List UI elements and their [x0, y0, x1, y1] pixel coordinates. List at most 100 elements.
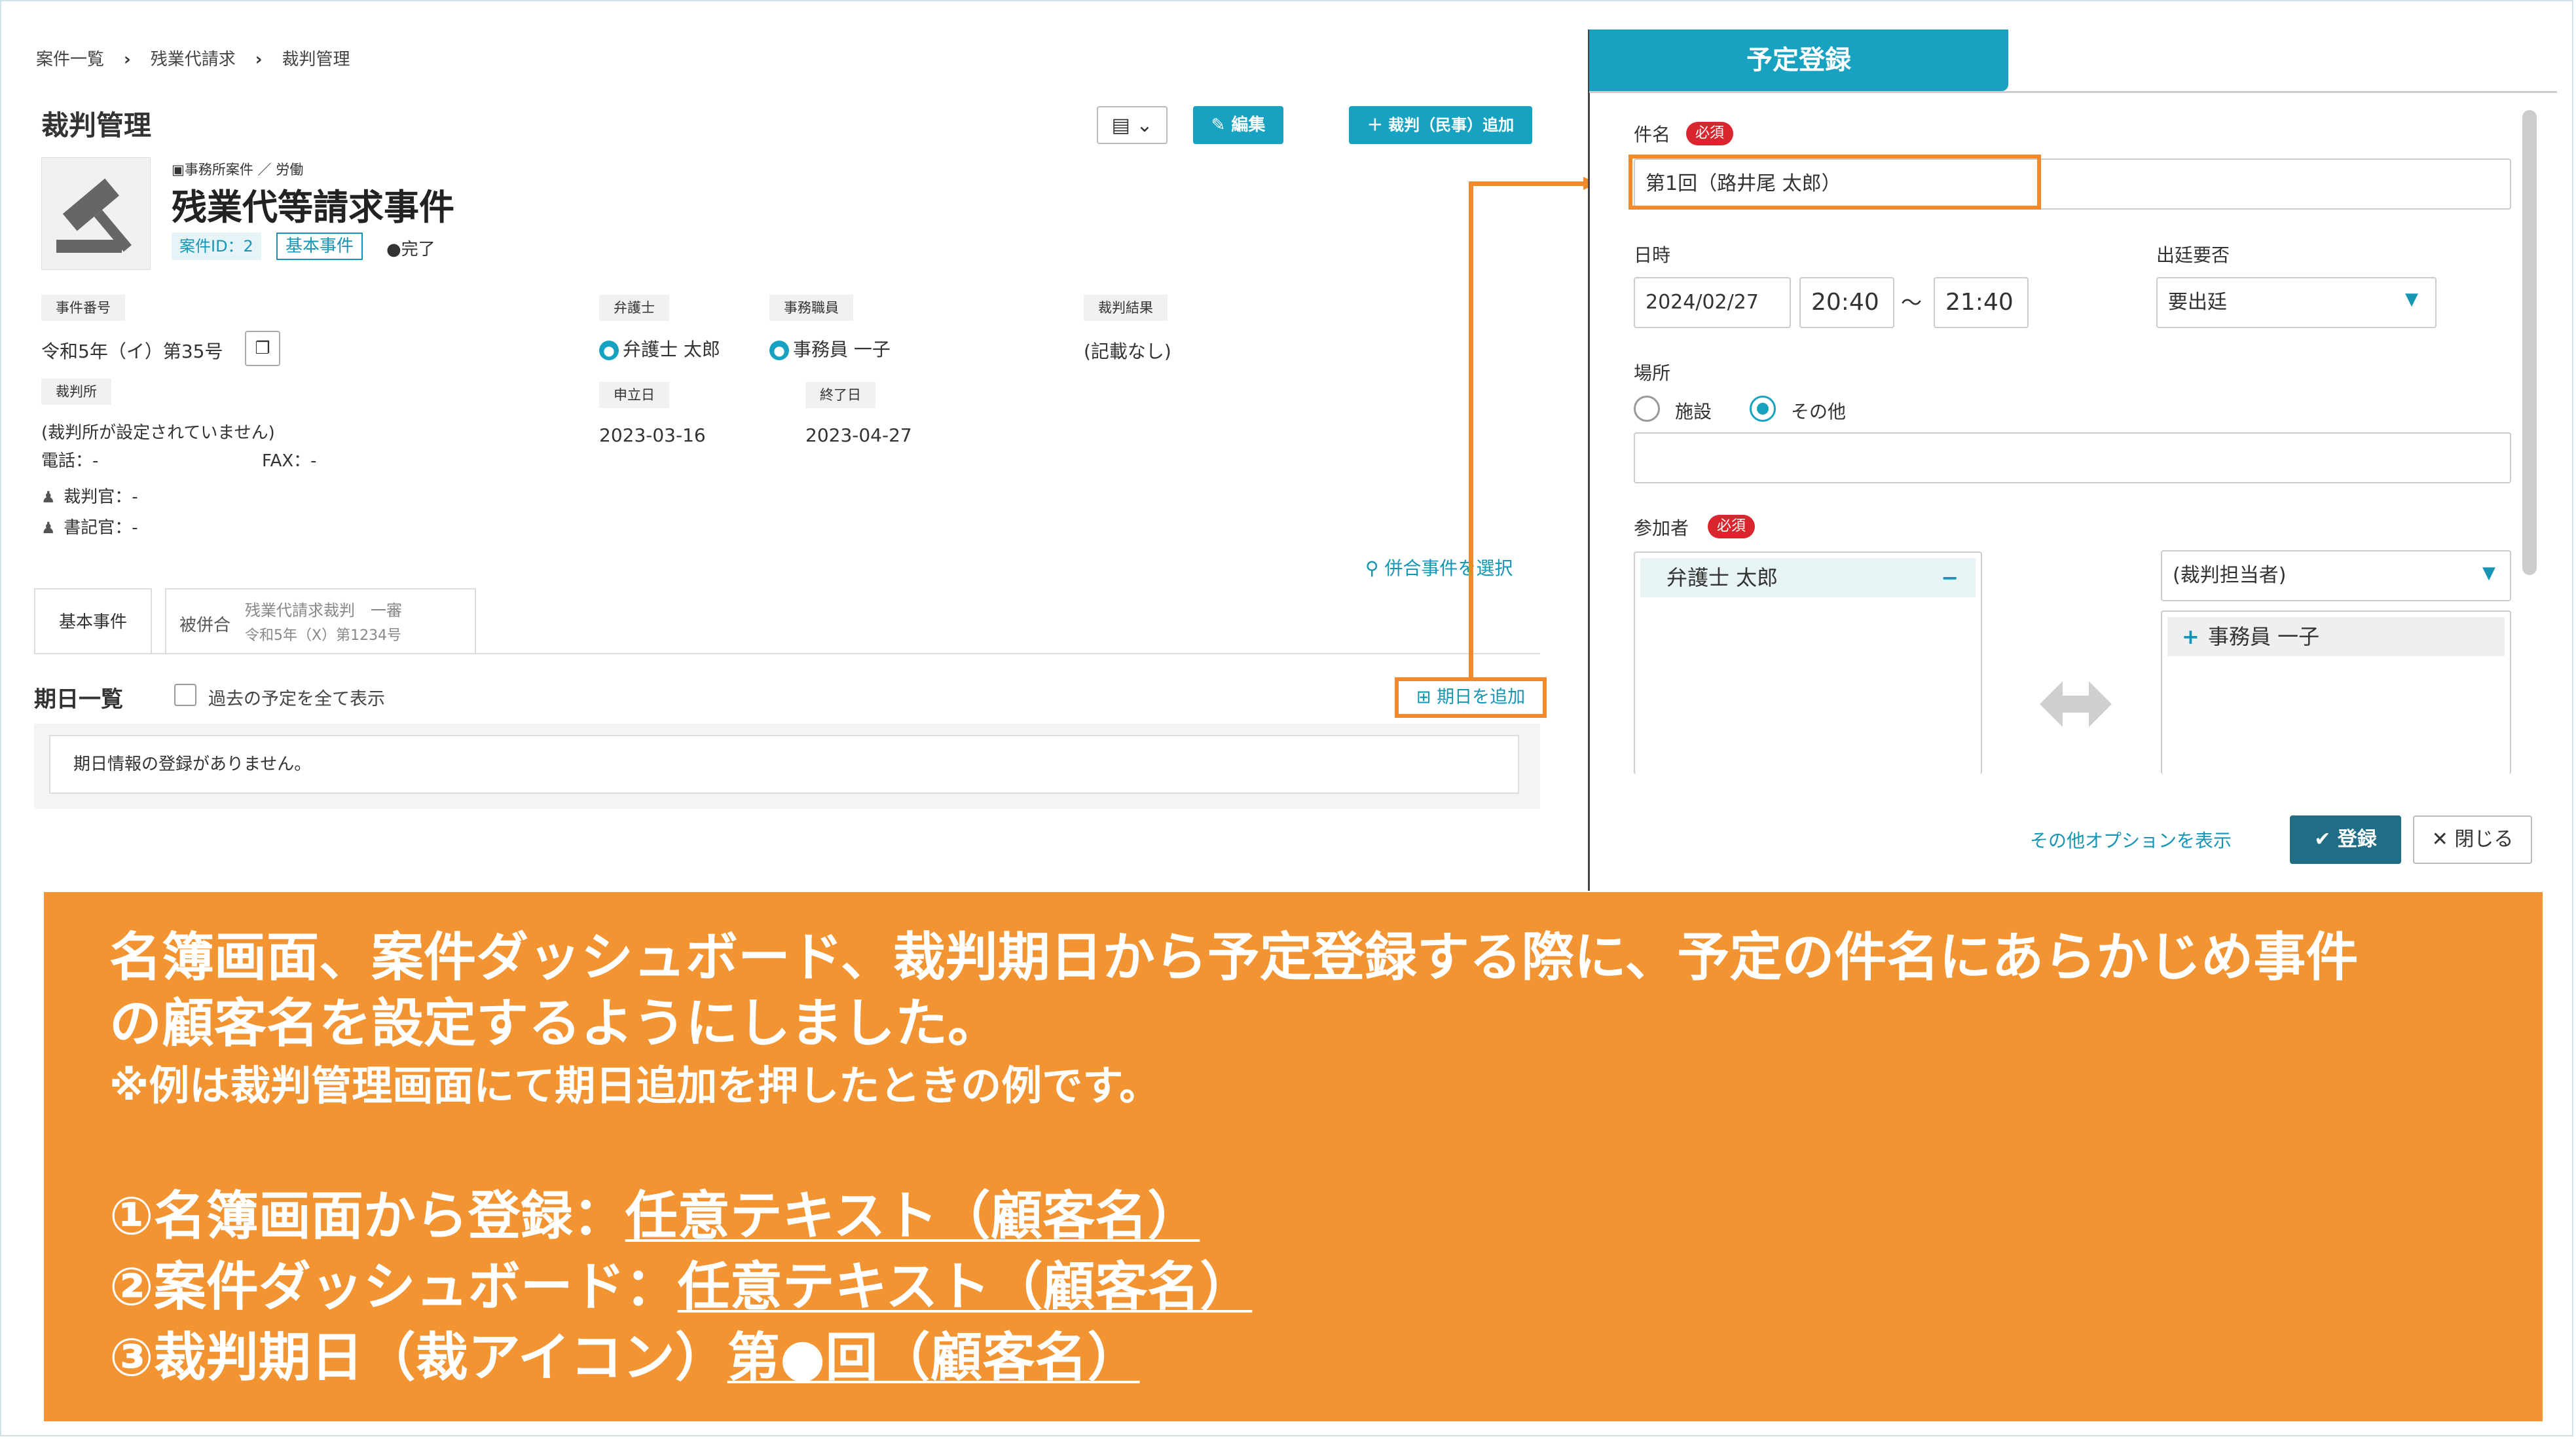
required-badge: 必須	[1686, 122, 1734, 145]
connector-line	[1469, 181, 1587, 186]
release-note-banner: 名簿画面、案件ダッシュボード、裁判期日から予定登録する際に、予定の件名にあらかじ…	[44, 892, 2543, 1421]
close-button[interactable]: ✕ 閉じる	[2413, 815, 2532, 864]
empty-dates-message: 期日情報の登録がありません。	[49, 735, 1519, 794]
person-icon: ♟	[41, 488, 56, 506]
base-case-badge: 基本事件	[276, 233, 363, 260]
modal-title-tab: 予定登録	[1589, 29, 2008, 91]
filed-date-label: 申立日	[599, 382, 669, 408]
add-date-button[interactable]: ⊞ 期日を追加	[1395, 677, 1547, 718]
lawyer-value: ● 弁護士 太郎	[599, 335, 720, 362]
add-icon[interactable]: +	[2182, 617, 2199, 656]
caret-down-icon: ▼	[2482, 563, 2495, 583]
clerk-row: ♟ 書記官：-	[41, 518, 138, 538]
end-date-label: 終了日	[805, 382, 875, 408]
building-icon: ▣	[172, 162, 185, 178]
tab-divider	[34, 653, 1540, 654]
place-other-label: その他	[1791, 401, 1847, 422]
staff-value: ● 事務員 一子	[769, 335, 891, 362]
breadcrumb-item-overtime[interactable]: 残業代請求	[151, 50, 236, 69]
time-range-separator: ～	[1901, 290, 1923, 315]
banner-item-3: ③裁判期日（裁アイコン）第●回（顧客名）	[109, 1327, 1140, 1388]
merged-number: 令和5年（X）第1234号	[245, 627, 402, 644]
document-menu-button[interactable]: ▤ ⌄	[1097, 106, 1168, 144]
status-badge: ●完了	[386, 240, 435, 259]
tab-merged-case[interactable]: 被併合 残業代請求裁判 一審 令和5年（X）第1234号	[165, 588, 476, 654]
chevron-down-icon: ⌄	[1136, 114, 1153, 137]
show-past-label: 過去の予定を全て表示	[208, 689, 385, 709]
place-facility-label: 施設	[1675, 401, 1712, 422]
judge-row: ♟ 裁判官：-	[41, 487, 138, 507]
show-past-checkbox[interactable]	[174, 684, 196, 706]
case-category: ▣事務所案件 ／ 労働	[172, 162, 304, 178]
user-avatar-icon: ●	[599, 341, 619, 360]
breadcrumb-item-court: 裁判管理	[282, 50, 350, 69]
breadcrumb: 案件一覧 › 残業代請求 › 裁判管理	[36, 46, 369, 70]
remove-icon[interactable]: −	[1941, 558, 1959, 597]
case-number-value: 令和5年（イ）第35号	[41, 341, 223, 362]
place-facility-radio[interactable]	[1634, 396, 1660, 422]
banner-line-2: の顧客名を設定するようにしました。	[109, 993, 1000, 1054]
document-icon: ▤	[1111, 114, 1130, 137]
participants-label: 参加者	[1634, 517, 1689, 539]
court-value: (裁判所が設定されていません)	[41, 423, 275, 443]
more-options-link[interactable]: その他オプションを表示	[2030, 827, 2232, 853]
user-avatar-icon: ●	[769, 341, 789, 360]
edit-icon: ✎	[1211, 115, 1226, 135]
edit-button[interactable]: ✎ 編集	[1193, 106, 1283, 144]
select-merged-case-link[interactable]: ⚲ 併合事件を選択	[1365, 554, 1513, 580]
filed-date-value: 2023-03-16	[599, 424, 706, 446]
merged-prefix: 被併合	[179, 616, 231, 635]
banner-line-1: 名簿画面、案件ダッシュボード、裁判期日から予定登録する際に、予定の件名にあらかじ…	[109, 927, 2359, 988]
add-civil-case-button[interactable]: ＋ 裁判（民事）追加	[1349, 106, 1532, 144]
gavel-icon	[41, 157, 151, 270]
connector-line	[1469, 181, 1473, 679]
dates-section-title: 期日一覧	[34, 686, 123, 713]
modal-scrollbar[interactable]	[2522, 110, 2537, 575]
chevron-right-icon: ›	[124, 50, 131, 69]
close-icon: ✕	[2431, 828, 2448, 851]
datetime-label: 日時	[1634, 244, 1671, 266]
required-badge: 必須	[1708, 515, 1756, 538]
plus-square-icon: ⊞	[1416, 687, 1431, 707]
chevron-right-icon: ›	[255, 50, 263, 69]
subject-highlight	[1628, 155, 2041, 210]
caret-down-icon: ▼	[2405, 290, 2418, 309]
court-tel: 電話：-	[41, 451, 99, 471]
swap-arrows-icon	[2040, 681, 2112, 727]
copy-icon[interactable]: ❐	[245, 331, 280, 366]
candidate-participant-item[interactable]: + 事務員 一子	[2167, 617, 2505, 656]
banner-item-1: ①名簿画面から登録：任意テキスト（顧客名）	[109, 1186, 1200, 1246]
plus-icon: ＋	[1367, 116, 1383, 134]
breadcrumb-item-case-list[interactable]: 案件一覧	[36, 50, 104, 69]
end-date-value: 2023-04-27	[805, 424, 912, 446]
court-fax: FAX：-	[262, 451, 317, 471]
banner-item-2: ②案件ダッシュボード：任意テキスト（顧客名）	[109, 1256, 1253, 1317]
page-title: 裁判管理	[41, 109, 152, 141]
end-time-input[interactable]: 21:40	[1934, 277, 2029, 328]
court-label: 裁判所	[41, 379, 111, 405]
check-icon: ✔	[2314, 828, 2331, 851]
save-button[interactable]: ✔ 登録	[2290, 815, 2401, 864]
attendance-label: 出廷要否	[2156, 244, 2230, 266]
banner-note: ※例は裁判管理画面にて期日追加を押したときの例です。	[109, 1062, 1160, 1110]
participant-filter-select[interactable]: (裁判担当者)	[2161, 550, 2511, 601]
case-number-label: 事件番号	[41, 295, 125, 321]
case-name: 残業代等請求事件	[172, 187, 454, 228]
person-icon: ♟	[41, 519, 56, 537]
staff-label: 事務職員	[769, 295, 853, 321]
attendance-select[interactable]: 要出廷	[2156, 277, 2437, 328]
tab-base-case[interactable]: 基本事件	[34, 588, 152, 654]
lawyer-label: 弁護士	[599, 295, 669, 321]
start-time-input[interactable]: 20:40	[1799, 277, 1894, 328]
place-input[interactable]	[1634, 432, 2511, 483]
result-value: (記載なし)	[1084, 341, 1171, 362]
merged-title: 残業代請求裁判 一審	[245, 601, 402, 620]
place-other-radio[interactable]	[1750, 396, 1776, 422]
result-label: 裁判結果	[1084, 295, 1168, 321]
place-label: 場所	[1634, 362, 1671, 384]
modal-divider	[1589, 91, 2557, 93]
selected-participant-item[interactable]: 弁護士 太郎 −	[1640, 558, 1976, 597]
date-input[interactable]: 2024/02/27	[1634, 277, 1791, 328]
subject-label: 件名	[1634, 124, 1671, 145]
search-icon: ⚲	[1365, 557, 1379, 579]
